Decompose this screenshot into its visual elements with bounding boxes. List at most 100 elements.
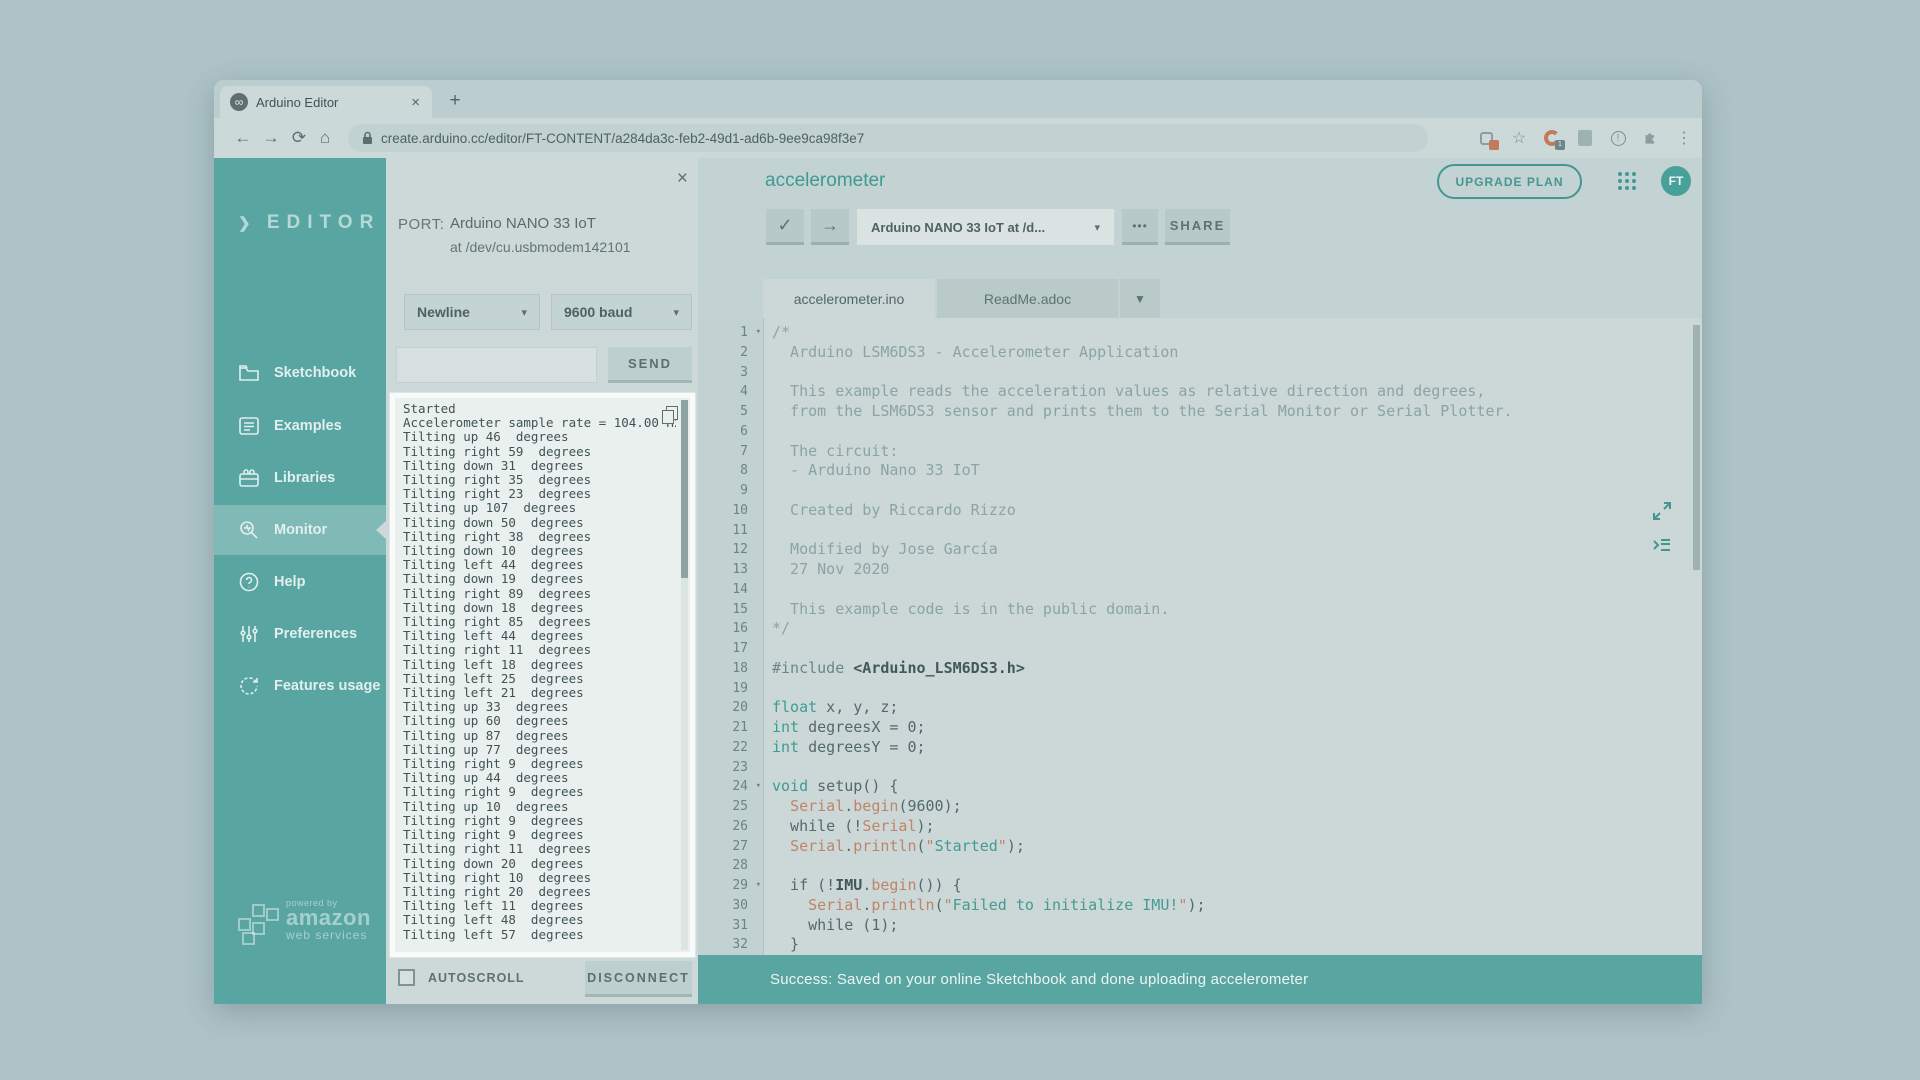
code-line: 31 while (1); (698, 916, 1702, 936)
browser-toolbar: ← → ⟳ ⌂ create.arduino.cc/editor/FT-CONT… (214, 118, 1702, 158)
log-line: Tilting up 107 degrees (403, 501, 676, 515)
bookmark-star-icon[interactable]: ☆ (1509, 128, 1529, 148)
log-scrollbar[interactable] (681, 400, 688, 950)
sidebar-item-label: Sketchbook (274, 365, 356, 381)
puzzle-extensions-icon[interactable] (1641, 128, 1661, 148)
log-line: Tilting up 44 degrees (403, 771, 676, 785)
console-icon[interactable] (1650, 535, 1674, 559)
code-line: 19 (698, 679, 1702, 699)
autoscroll-control: AUTOSCROLL (398, 969, 525, 986)
log-line: Tilting up 10 degrees (403, 800, 676, 814)
log-line: Tilting down 20 degrees (403, 857, 676, 871)
sidebar-item-label: Help (274, 574, 305, 590)
sidebar-item-help[interactable]: Help (214, 557, 386, 607)
status-message: Success: Saved on your online Sketchbook… (770, 971, 1308, 988)
sidebar-item-features-usage[interactable]: Features usage (214, 661, 386, 711)
log-line: Tilting left 44 degrees (403, 629, 676, 643)
log-line: Tilting up 33 degrees (403, 700, 676, 714)
help-icon (238, 571, 260, 593)
board-select[interactable]: Arduino NANO 33 IoT at /d... ▾ (857, 209, 1114, 245)
log-scrollbar-thumb[interactable] (681, 400, 688, 578)
upgrade-plan-button[interactable]: UPGRADE PLAN (1437, 164, 1582, 199)
sidebar-item-label: Features usage (274, 678, 380, 694)
code-line: 22int degreesY = 0; (698, 738, 1702, 758)
code-scrollbar-thumb[interactable] (1693, 325, 1700, 570)
line-ending-select[interactable]: Newline ▾ (404, 294, 540, 330)
upload-button[interactable]: → (811, 209, 849, 245)
disconnect-button[interactable]: DISCONNECT (585, 961, 692, 997)
fold-caret-icon[interactable]: ▾ (756, 876, 761, 896)
sidebar: ❯ EDITOR Sketchbook Examples Libraries M… (214, 158, 386, 1004)
reload-button[interactable]: ⟳ (286, 125, 312, 151)
folder-icon (238, 362, 260, 384)
log-line: Tilting down 31 degrees (403, 459, 676, 473)
code-line: 13 27 Nov 2020 (698, 560, 1702, 580)
code-line: 5 from the LSM6DS3 sensor and prints the… (698, 402, 1702, 422)
sidebar-item-monitor[interactable]: Monitor (214, 505, 386, 555)
share-button[interactable]: SHARE (1165, 209, 1230, 245)
info-extension-icon[interactable]: ! (1608, 128, 1628, 148)
code-line: 9 (698, 481, 1702, 501)
tab-readme-adoc[interactable]: ReadMe.adoc (937, 279, 1118, 318)
sidebar-item-label: Examples (274, 418, 342, 434)
log-line: Tilting left 11 degrees (403, 899, 676, 913)
log-line: Tilting right 59 degrees (403, 445, 676, 459)
url-text: create.arduino.cc/editor/FT-CONTENT/a284… (381, 131, 864, 146)
code-line: 28 (698, 856, 1702, 876)
translate-extension-icon[interactable] (1476, 128, 1496, 148)
log-line: Tilting right 11 degrees (403, 643, 676, 657)
more-options-button[interactable]: ••• (1122, 209, 1158, 245)
log-line: Tilting up 60 degrees (403, 714, 676, 728)
code-line: 12 Modified by Jose García (698, 540, 1702, 560)
code-line: 21int degreesX = 0; (698, 718, 1702, 738)
sketch-title: accelerometer (765, 170, 885, 192)
fullscreen-icon[interactable] (1650, 499, 1674, 523)
serial-monitor-panel: × PORT: Arduino NANO 33 IoT at /dev/cu.u… (386, 158, 698, 1004)
browser-tab[interactable]: ∞ Arduino Editor × (220, 86, 432, 118)
status-bar: Success: Saved on your online Sketchbook… (698, 955, 1702, 1004)
lock-icon (362, 131, 373, 145)
browser-menu-icon[interactable]: ⋮ (1674, 128, 1694, 148)
bag-icon (238, 467, 260, 489)
copy-icon[interactable] (662, 406, 678, 424)
tab-accelerometer-ino[interactable]: accelerometer.ino (763, 279, 935, 318)
arrow-right-icon: → (821, 215, 839, 236)
back-button[interactable]: ← (230, 125, 256, 151)
log-line: Tilting left 25 degrees (403, 672, 676, 686)
forward-button[interactable]: → (258, 125, 284, 151)
verify-button[interactable]: ✓ (766, 209, 804, 245)
code-line: 27 Serial.println("Started"); (698, 837, 1702, 857)
sidebar-item-examples[interactable]: Examples (214, 401, 386, 451)
code-line: 18#include <Arduino_LSM6DS3.h> (698, 659, 1702, 679)
sidebar-item-libraries[interactable]: Libraries (214, 453, 386, 503)
aws-name: amazon (286, 908, 370, 928)
serial-message-input[interactable] (396, 347, 597, 383)
apps-grid-icon[interactable] (1618, 172, 1638, 192)
code-line: 4 This example reads the acceleration va… (698, 382, 1702, 402)
sidebar-item-sketchbook[interactable]: Sketchbook (214, 348, 386, 398)
code-line: 11 (698, 521, 1702, 541)
tab-list-caret-button[interactable]: ▼ (1120, 279, 1160, 318)
log-line: Tilting right 9 degrees (403, 828, 676, 842)
address-bar[interactable]: create.arduino.cc/editor/FT-CONTENT/a284… (348, 124, 1428, 152)
sidebar-item-label: Libraries (274, 470, 335, 486)
avatar[interactable]: FT (1661, 166, 1691, 196)
clipboard-extension-icon[interactable] (1575, 128, 1595, 148)
tab-close-icon[interactable]: × (409, 94, 422, 111)
fold-caret-icon[interactable]: ▾ (756, 323, 761, 343)
code-line: 20float x, y, z; (698, 698, 1702, 718)
code-line: 2 Arduino LSM6DS3 - Accelerometer Applic… (698, 343, 1702, 363)
baud-rate-select[interactable]: 9600 baud ▾ (551, 294, 692, 330)
autoscroll-checkbox[interactable] (398, 969, 415, 986)
port-path: at /dev/cu.usbmodem142101 (450, 239, 631, 255)
new-tab-button[interactable]: + (442, 88, 468, 114)
code-line: 10 Created by Riccardo Rizzo (698, 501, 1702, 521)
fold-caret-icon[interactable]: ▾ (756, 777, 761, 797)
panel-close-icon[interactable]: × (677, 168, 688, 190)
send-button[interactable]: SEND (608, 347, 692, 383)
extension-badge-icon[interactable]: 1 (1542, 128, 1562, 148)
sidebar-item-preferences[interactable]: Preferences (214, 609, 386, 659)
home-button[interactable]: ⌂ (312, 125, 338, 151)
log-line: Tilting right 10 degrees (403, 871, 676, 885)
code-editor[interactable]: 1▾/*2 Arduino LSM6DS3 - Accelerometer Ap… (698, 318, 1702, 955)
